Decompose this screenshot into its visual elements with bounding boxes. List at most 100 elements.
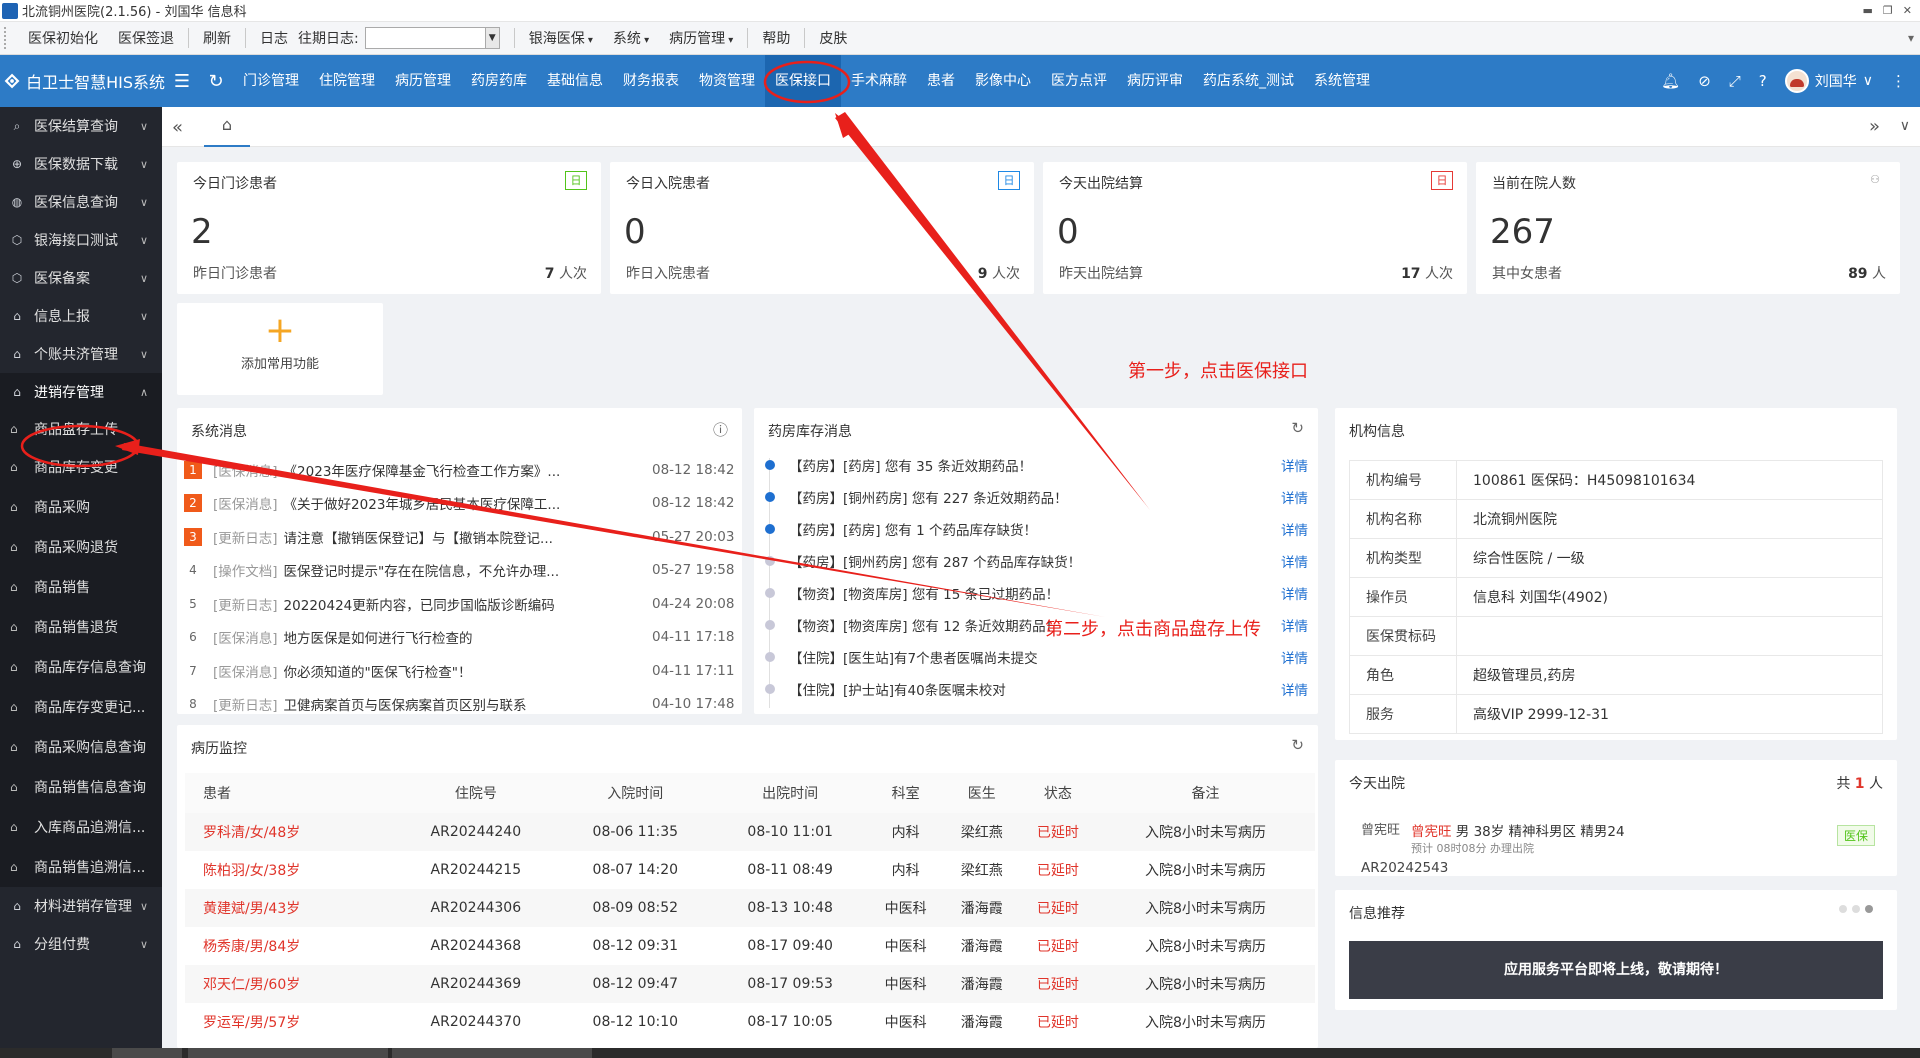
detail-link[interactable]: 详情 [1281,519,1318,539]
sidebar-subitem[interactable]: ⌂ 商品库存信息查询 [0,647,162,687]
sidebar-subitem[interactable]: ⌂ 入库商品追溯信... [0,807,162,847]
sidebar-subitem[interactable]: ⌂ 商品销售追溯信... [0,847,162,887]
table-row[interactable]: 罗科清/女/48岁 AR20244240 08-06 11:35 08-10 11:0… [185,813,1315,851]
detail-link[interactable]: 详情 [1281,455,1318,475]
toolbar-overflow-icon[interactable]: ▾ [1908,31,1920,45]
more-icon[interactable]: ⋮ [1891,72,1906,90]
nav-item[interactable]: 系统管理 [1304,55,1380,107]
nav-item[interactable]: 药房药库 [461,55,537,107]
help-icon[interactable]: ? [1759,72,1767,90]
nav-item[interactable]: 基础信息 [537,55,613,107]
sidebar-subitem[interactable]: ⌂ 商品库存变更记... [0,687,162,727]
nav-item[interactable]: 患者 [917,55,965,107]
discharge-patient[interactable]: 曾宪旺 男 38岁 精神科男区 精男24 [1411,820,1625,840]
sidebar-item[interactable]: ⌂ 信息上报 ∨ [0,297,162,335]
minimize-button[interactable]: ▬ [1863,4,1873,17]
nav-item[interactable]: 住院管理 [309,55,385,107]
nav-item[interactable]: 财务报表 [613,55,689,107]
detail-link[interactable]: 详情 [1281,583,1318,603]
sidebar-subitem-label: 商品采购退货 [34,540,118,556]
nav-item[interactable]: 病历评审 [1117,55,1193,107]
detail-link[interactable]: 详情 [1281,647,1318,667]
detail-link[interactable]: 详情 [1281,615,1318,635]
sidebar-item[interactable]: ⌂ 进销存管理 ∧ [0,373,162,411]
timeline-dot [765,684,775,694]
fullscreen-icon[interactable]: ⤢ [1729,72,1741,90]
recommend-banner[interactable]: 应用服务平台即将上线，敬请期待！ [1349,941,1883,999]
message-row[interactable]: 1 [医保消息] 《2023年医疗保障基金飞行检查工作方案》... 08-12 18:… [177,453,742,486]
sidebar-item[interactable]: ⊕ 医保数据下载 ∨ [0,145,162,183]
message-row[interactable]: 4 [操作文档] 医保登记时提示"存在在院信息，不允许办理... 05-27 19:5… [177,554,742,587]
sidebar-subitem[interactable]: ⌂ 商品采购退货 [0,527,162,567]
detail-link[interactable]: 详情 [1281,487,1318,507]
nav-item[interactable]: 药店系统_测试 [1193,55,1304,107]
info-icon[interactable]: ⓘ [713,419,728,440]
menu-log[interactable]: 日志 [250,28,298,48]
sidebar-item[interactable]: ⬡ 银海接口测试 ∨ [0,221,162,259]
carousel-dots[interactable] [1839,905,1873,913]
sidebar-subitem[interactable]: ⌂ 商品采购 [0,487,162,527]
tab-menu-chevron-icon[interactable]: ∨ [1900,118,1910,134]
message-row[interactable]: 3 [更新日志] 请注意【撤销医保登记】与【撤销本院登记... 05-27 20:03 [177,520,742,553]
menu-system[interactable]: 系统 [603,28,659,48]
message-row[interactable]: 2 [医保消息] 《关于做好2023年城乡居民基本医疗保障工... 08-12 18:… [177,487,742,520]
sidebar-item[interactable]: ⌂ 材料进销存管理 ∨ [0,887,162,925]
scroll-left-icon[interactable]: « [172,117,183,138]
add-function-card[interactable]: + 添加常用功能 [177,303,383,395]
refresh-icon[interactable]: ↻ [199,71,233,92]
nav-item[interactable]: 病历管理 [385,55,461,107]
nav-item[interactable]: 物资管理 [689,55,765,107]
message-row[interactable]: 8 [更新日志] 卫健病案首页与医保病案首页区别与联系 04-10 17:48 [177,688,742,714]
sidebar-subitem[interactable]: ⌂ 商品库存变更 [0,447,162,487]
sidebar-item[interactable]: ⌂ 个账共济管理 ∨ [0,335,162,373]
tag-icon[interactable]: ⊘ [1698,72,1711,90]
menu-refresh[interactable]: 刷新 [193,28,241,48]
menu-toggle-icon[interactable]: ☰ [165,71,199,92]
sidebar-subitem[interactable]: ⌂ 商品采购信息查询 [0,727,162,767]
dropdown-arrow-icon[interactable]: ▼ [484,28,499,48]
nav-item[interactable]: 门诊管理 [233,55,309,107]
message-row[interactable]: 7 [医保消息] 你必须知道的"医保飞行检查"！ 04-11 17:11 [177,654,742,687]
sidebar-subitem[interactable]: ⌂ 商品销售退货 [0,607,162,647]
menu-insurance-init[interactable]: 医保初始化 [18,28,108,48]
refresh-icon[interactable]: ↻ [1291,736,1304,754]
stat-value: 267 [1490,212,1555,252]
table-row[interactable]: 罗运军/男/57岁 AR20244370 08-12 10:10 08-17 10:0… [185,1003,1315,1041]
sidebar-subitem[interactable]: ⌂ 商品盘存上传 [0,411,162,447]
bell-icon[interactable]: 🔔︎ [1661,72,1680,90]
org-info-value: 超级管理员,药房 [1456,655,1883,695]
table-row[interactable]: 陈柏羽/女/38岁 AR20244215 08-07 14:20 08-11 08:4… [185,851,1315,889]
table-row[interactable]: 黄建斌/男/43岁 AR20244306 08-09 08:52 08-13 10:4… [185,889,1315,927]
menu-insurance-signout[interactable]: 医保签退 [108,28,184,48]
table-row[interactable]: 邓天仁/男/60岁 AR20244369 08-12 09:47 08-17 09:5… [185,965,1315,1003]
sidebar-item[interactable]: ⌕ 医保结算查询 ∨ [0,107,162,145]
message-row[interactable]: 6 [医保消息] 地方医保是如何进行飞行检查的 04-11 17:18 [177,621,742,654]
sidebar-subitem[interactable]: ⌂ 商品销售 [0,567,162,607]
scroll-right-icon[interactable]: » [1869,116,1880,137]
nav-item[interactable]: 影像中心 [965,55,1041,107]
sidebar-item[interactable]: ◍ 医保信息查询 ∨ [0,183,162,221]
detail-link[interactable]: 详情 [1281,679,1318,699]
menu-record-management[interactable]: 病历管理 [659,28,743,48]
sidebar-item[interactable]: ⬡ 医保备案 ∨ [0,259,162,297]
user-menu[interactable]: 刘国华 ∨ [1784,69,1873,93]
nav-item[interactable]: 医方点评 [1041,55,1117,107]
sidebar-item[interactable]: ⌂ 分组付费 ∨ [0,925,162,963]
sidebar-subitem[interactable]: ⌂ 商品销售信息查询 [0,767,162,807]
table-row[interactable]: 杨秀康/男/84岁 AR20244368 08-12 09:31 08-17 09:4… [185,927,1315,965]
restore-button[interactable]: ❐ [1883,4,1893,17]
stat-sub-number: 17 [1401,266,1421,282]
nav-item[interactable]: 手术麻醉 [841,55,917,107]
past-log-select[interactable]: ▼ [364,27,500,49]
table-cell: 08-13 10:48 [712,889,868,927]
close-button[interactable]: ✕ [1903,4,1912,17]
tab-home[interactable]: ⌂ [204,107,250,147]
menu-skin[interactable]: 皮肤 [809,28,857,48]
timeline-dot [765,652,775,662]
nav-item[interactable]: 医保接口 [765,55,841,107]
refresh-icon[interactable]: ↻ [1291,419,1304,437]
message-row[interactable]: 5 [更新日志] 20220424更新内容，已同步国临版诊断编码 04-24 20:0… [177,587,742,620]
detail-link[interactable]: 详情 [1281,551,1318,571]
menu-help[interactable]: 帮助 [752,28,800,48]
menu-yinhai-insurance[interactable]: 银海医保 [519,28,603,48]
